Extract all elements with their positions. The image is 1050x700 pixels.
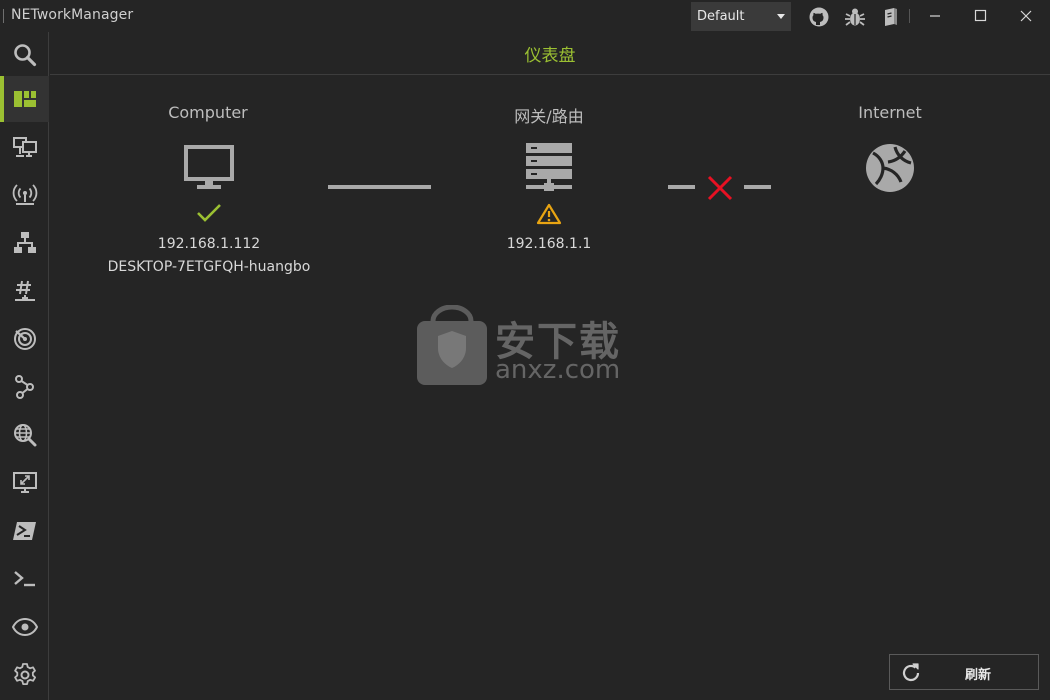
page-header: 仪表盘 bbox=[50, 32, 1050, 75]
watermark-shield-bag-icon bbox=[417, 305, 487, 385]
status-ok-check-icon bbox=[197, 204, 221, 222]
computer-label: Computer bbox=[168, 103, 248, 122]
radar-icon bbox=[13, 328, 36, 350]
sidebar-item-wifi[interactable] bbox=[0, 172, 49, 218]
sidebar-item-radar[interactable] bbox=[0, 316, 49, 362]
sidebar-item-lan[interactable] bbox=[0, 220, 49, 266]
github-icon[interactable] bbox=[807, 5, 831, 29]
sidebar-item-remote-desktop[interactable] bbox=[0, 460, 49, 506]
lan-topology-icon bbox=[13, 232, 36, 253]
status-error-x-icon bbox=[707, 175, 733, 201]
page-title: 仪表盘 bbox=[524, 46, 576, 66]
sidebar-item-search[interactable] bbox=[0, 32, 49, 78]
chevron-down-icon bbox=[777, 14, 785, 19]
profile-selected-value: Default bbox=[697, 9, 745, 24]
terminal-icon bbox=[13, 571, 35, 587]
close-button[interactable] bbox=[1004, 0, 1048, 32]
title-bar: NETworkManager Default bbox=[0, 0, 1050, 32]
watermark: 安下载 anxz.com bbox=[415, 305, 635, 390]
settings-gear-icon bbox=[13, 663, 36, 685]
sidebar-item-subnet[interactable] bbox=[0, 268, 49, 314]
computer-ip: 192.168.1.112 bbox=[157, 236, 261, 252]
minimize-button[interactable] bbox=[913, 0, 957, 32]
window-title: NETworkManager bbox=[11, 7, 134, 23]
link-gateway-internet-left bbox=[668, 185, 695, 189]
gateway-ip: 192.168.1.1 bbox=[506, 236, 592, 252]
sidebar-item-dns-lookup[interactable] bbox=[0, 412, 49, 458]
sidebar-item-terminal[interactable] bbox=[0, 556, 49, 602]
wifi-antenna-icon bbox=[12, 184, 37, 205]
sidebar-item-powershell[interactable] bbox=[0, 508, 49, 554]
sidebar-item-settings[interactable] bbox=[0, 652, 49, 698]
refresh-button[interactable]: 刷新 bbox=[889, 654, 1039, 690]
traceroute-icon bbox=[14, 375, 34, 399]
maximize-button[interactable] bbox=[958, 0, 1002, 32]
eye-icon bbox=[11, 617, 38, 637]
refresh-icon bbox=[902, 663, 920, 682]
sidebar-item-traceroute[interactable] bbox=[0, 364, 49, 410]
book-icon[interactable] bbox=[879, 5, 903, 29]
computer-hostname: DESKTOP-7ETGFQH-huangbo bbox=[107, 259, 311, 275]
profile-select[interactable]: Default bbox=[691, 2, 791, 31]
network-interface-icon bbox=[12, 137, 37, 157]
title-divider bbox=[3, 9, 4, 23]
monitor-icon bbox=[184, 145, 234, 189]
sidebar-item-lookup[interactable] bbox=[0, 604, 49, 650]
toolbar-divider bbox=[909, 9, 910, 23]
internet-globe-icon bbox=[866, 144, 914, 192]
dns-globe-icon bbox=[13, 424, 36, 447]
watermark-domain: anxz.com bbox=[495, 355, 621, 385]
powershell-icon bbox=[12, 522, 36, 540]
internet-label: Internet bbox=[858, 103, 922, 122]
dashboard-icon bbox=[13, 91, 36, 107]
status-warning-icon bbox=[536, 203, 562, 225]
remote-desktop-icon bbox=[12, 472, 37, 493]
router-server-icon bbox=[526, 143, 572, 191]
search-icon bbox=[13, 44, 36, 67]
link-gateway-internet-right bbox=[744, 185, 771, 189]
link-computer-gateway bbox=[328, 185, 431, 189]
sidebar-item-dashboard[interactable] bbox=[0, 76, 49, 122]
refresh-label: 刷新 bbox=[965, 668, 992, 683]
sidebar-item-network-interface[interactable] bbox=[0, 124, 49, 170]
subnet-hash-icon bbox=[14, 280, 35, 301]
sidebar bbox=[0, 32, 49, 700]
bug-icon[interactable] bbox=[843, 5, 867, 29]
gateway-label: 网关/路由 bbox=[514, 107, 584, 126]
